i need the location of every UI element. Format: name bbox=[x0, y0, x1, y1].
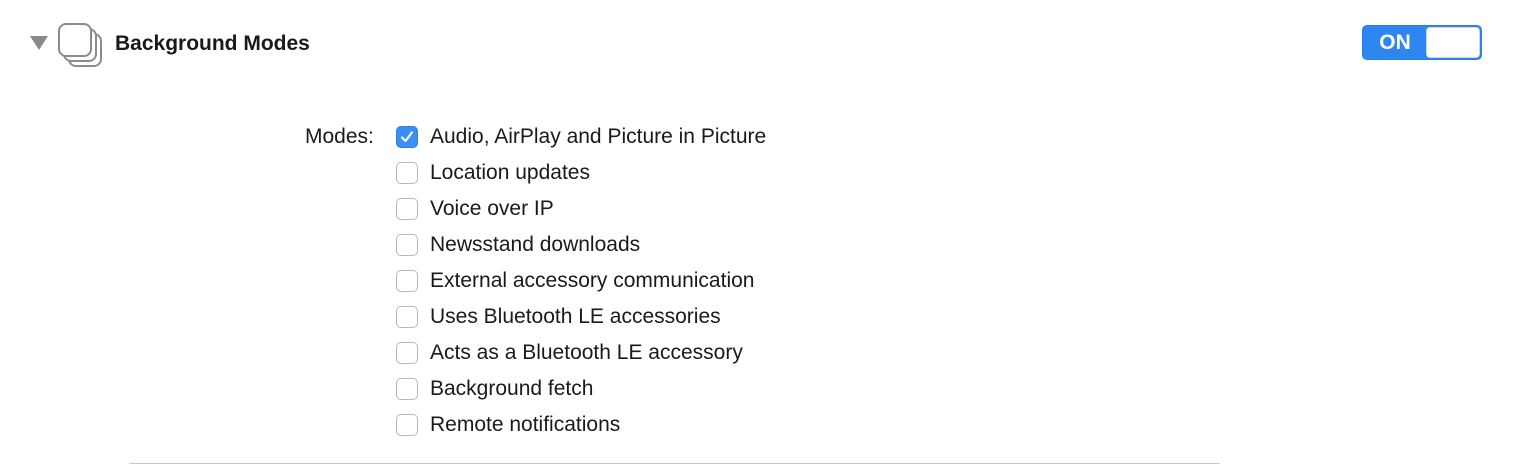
background-modes-icon bbox=[58, 23, 102, 67]
checkbox[interactable] bbox=[396, 234, 418, 256]
mode-label: Acts as a Bluetooth LE accessory bbox=[430, 341, 743, 364]
capability-toggle[interactable]: ON bbox=[1362, 25, 1482, 60]
mode-acts-as-bluetooth-le[interactable]: Acts as a Bluetooth LE accessory bbox=[396, 335, 766, 371]
checkbox[interactable] bbox=[396, 270, 418, 292]
toggle-label: ON bbox=[1379, 31, 1411, 54]
mode-label: Location updates bbox=[430, 161, 590, 184]
section-title: Background Modes bbox=[115, 32, 310, 55]
checkbox[interactable] bbox=[396, 378, 418, 400]
mode-label: Uses Bluetooth LE accessories bbox=[430, 305, 721, 328]
mode-voice-over-ip[interactable]: Voice over IP bbox=[396, 191, 766, 227]
mode-label: Newsstand downloads bbox=[430, 233, 641, 256]
checkbox[interactable] bbox=[396, 414, 418, 436]
mode-label: External accessory communication bbox=[430, 269, 755, 292]
mode-label: Audio, AirPlay and Picture in Picture bbox=[430, 125, 767, 148]
disclosure-triangle-icon[interactable] bbox=[30, 36, 48, 50]
modes-label: Modes: bbox=[305, 125, 374, 148]
mode-audio-airplay-pip[interactable]: Audio, AirPlay and Picture in Picture bbox=[396, 119, 766, 155]
mode-location-updates[interactable]: Location updates bbox=[396, 155, 766, 191]
modes-list: Audio, AirPlay and Picture in Picture Lo… bbox=[396, 119, 766, 443]
checkbox[interactable] bbox=[396, 162, 418, 184]
mode-background-fetch[interactable]: Background fetch bbox=[396, 371, 766, 407]
mode-remote-notifications[interactable]: Remote notifications bbox=[396, 407, 766, 443]
checkmark-icon bbox=[400, 131, 414, 143]
checkbox[interactable] bbox=[396, 306, 418, 328]
checkbox[interactable] bbox=[396, 198, 418, 220]
mode-label: Remote notifications bbox=[430, 413, 621, 436]
checkbox[interactable] bbox=[396, 126, 418, 148]
mode-label: Background fetch bbox=[430, 377, 594, 400]
section-divider bbox=[129, 463, 1220, 464]
mode-label: Voice over IP bbox=[430, 197, 554, 220]
mode-external-accessory[interactable]: External accessory communication bbox=[396, 263, 766, 299]
mode-newsstand-downloads[interactable]: Newsstand downloads bbox=[396, 227, 766, 263]
toggle-knob[interactable] bbox=[1426, 27, 1480, 58]
mode-uses-bluetooth-le[interactable]: Uses Bluetooth LE accessories bbox=[396, 299, 766, 335]
checkbox[interactable] bbox=[396, 342, 418, 364]
